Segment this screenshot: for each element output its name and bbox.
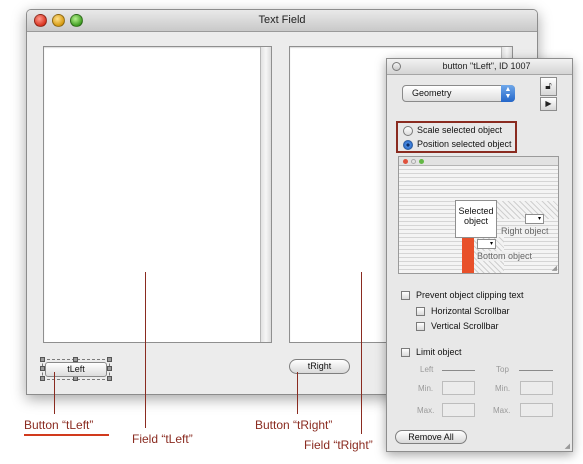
preview-right-popup: ▾ [525, 214, 544, 224]
radio-position[interactable] [403, 140, 413, 150]
top-value-line [519, 370, 553, 371]
radio-scale-label: Scale selected object [417, 125, 503, 135]
min-top-label: Min. [495, 384, 511, 393]
window-title: Text Field [258, 14, 306, 26]
field-tleft-scrollbar[interactable] [260, 47, 271, 342]
min-left-field[interactable] [442, 381, 475, 395]
limit-object-checkbox[interactable] [401, 348, 410, 357]
resize-grip-icon[interactable]: ◢ [565, 442, 570, 450]
preview-min-dot [411, 159, 416, 164]
tright-button[interactable]: tRight [289, 359, 350, 374]
preview-selected-object: Selected object [455, 200, 497, 238]
radio-highlight-box: Scale selected object Position selected … [396, 121, 517, 153]
prevent-clipping-checkbox[interactable] [401, 291, 410, 300]
preview-bottom-popup: ▾ [477, 239, 496, 249]
section-popup-value: Geometry [412, 88, 452, 98]
section-popup[interactable]: Geometry ▲ ▼ [402, 85, 515, 102]
left-label: Left [420, 365, 434, 374]
preview-titlebar [399, 157, 558, 166]
selection-handle[interactable] [40, 376, 45, 381]
max-left-label: Max. [417, 406, 435, 415]
inspector-title: button "tLeft", ID 1007 [442, 61, 531, 71]
remove-all-button[interactable]: Remove All [395, 430, 467, 444]
selection-handle[interactable] [107, 376, 112, 381]
lock-icon: 🔓︎ [545, 81, 552, 92]
preview-zoom-dot [419, 159, 424, 164]
preview-clip-bar [462, 235, 474, 273]
inspector-close-button[interactable] [392, 62, 401, 71]
preview-close-dot [403, 159, 408, 164]
annotation-underline [24, 434, 109, 436]
preview-right-label: Right object [501, 226, 549, 236]
field-tleft[interactable] [43, 46, 272, 343]
preview-bottom-label: Bottom object [477, 251, 533, 261]
left-value-line [442, 370, 475, 371]
annotation-button-tleft: Button “tLeft” [24, 418, 94, 432]
lock-button[interactable]: 🔓︎ [540, 77, 557, 96]
geometry-preview: Selected object ▾ ▾ Right object Bottom … [398, 156, 559, 274]
max-left-field[interactable] [442, 403, 475, 417]
annotation-line [297, 372, 298, 414]
selection-handle[interactable] [40, 357, 45, 362]
vertical-scrollbar-label: Vertical Scrollbar [431, 321, 499, 331]
limit-object-label: Limit object [416, 347, 462, 357]
horizontal-scrollbar-checkbox[interactable] [416, 307, 425, 316]
radio-position-label: Position selected object [417, 139, 512, 149]
vertical-scrollbar-checkbox[interactable] [416, 322, 425, 331]
selection-handle[interactable] [107, 366, 112, 371]
updown-arrows-icon: ▲ ▼ [501, 85, 515, 102]
annotation-field-tleft: Field “tLeft” [132, 432, 193, 446]
play-button[interactable]: ▶ [540, 97, 557, 111]
max-top-field[interactable] [520, 403, 553, 417]
max-top-label: Max. [493, 406, 511, 415]
horizontal-scrollbar-label: Horizontal Scrollbar [431, 306, 510, 316]
annotation-line [361, 272, 362, 434]
play-icon: ▶ [545, 99, 552, 108]
top-label: Top [496, 365, 509, 374]
selection-handle[interactable] [107, 357, 112, 362]
annotation-field-tright: Field “tRight” [304, 438, 373, 452]
annotation-line [54, 372, 55, 414]
min-top-field[interactable] [520, 381, 553, 395]
inspector-titlebar[interactable]: button "tLeft", ID 1007 [387, 59, 572, 75]
annotation-button-tright: Button “tRight” [255, 418, 333, 432]
resize-grip-icon: ◢ [551, 265, 557, 272]
radio-scale[interactable] [403, 126, 413, 136]
prevent-clipping-label: Prevent object clipping text [416, 290, 524, 300]
min-left-label: Min. [418, 384, 434, 393]
annotation-line [145, 272, 146, 428]
inspector-palette: button "tLeft", ID 1007 Geometry ▲ ▼ 🔓︎ ▶… [386, 58, 573, 452]
window-titlebar[interactable]: Text Field [27, 10, 537, 32]
